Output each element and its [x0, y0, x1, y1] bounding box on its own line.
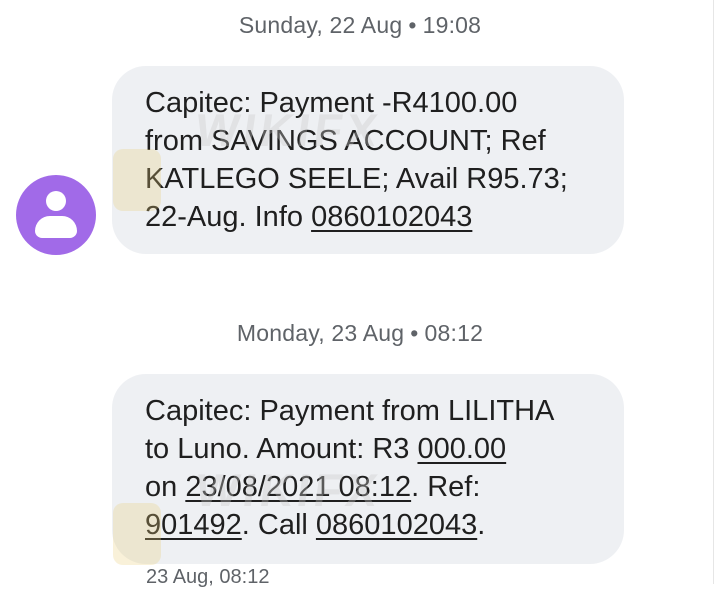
person-icon	[46, 191, 66, 211]
message-line: 22-Aug. Info 0860102043	[145, 198, 604, 236]
watermark-logo	[113, 149, 161, 211]
watermark-logo	[113, 503, 161, 565]
message-text: . Call	[241, 509, 316, 541]
message-text: Capitec: Payment from LILITHA	[145, 395, 555, 427]
avatar[interactable]	[16, 175, 96, 255]
message-line: from SAVINGS ACCOUNT; Ref	[145, 122, 604, 160]
message-line: on 23/08/2021 08:12. Ref:	[145, 468, 604, 506]
message-bubble[interactable]: Capitec: Payment -R4100.00 from SAVINGS …	[112, 66, 624, 254]
date-header-day: Monday, 23 Aug	[236, 320, 405, 346]
message-line: to Luno. Amount: R3 000.00	[145, 430, 604, 468]
message-text: from SAVINGS ACCOUNT; Ref	[145, 125, 546, 157]
message-timestamp: 23 Aug, 08:12	[146, 566, 270, 588]
message-text: .	[477, 509, 486, 541]
message-text: 22-Aug. Info	[145, 201, 312, 233]
message-text: to Luno. Amount: R3	[145, 433, 418, 465]
message-line: Capitec: Payment from LILITHA	[145, 392, 604, 430]
message-line: 901492. Call 0860102043.	[145, 506, 604, 544]
message-text: KATLEGO SEELE; Avail R95.73;	[145, 163, 568, 195]
message-line: Capitec: Payment -R4100.00	[145, 84, 604, 122]
message-text: . Ref:	[411, 471, 481, 503]
scroll-edge	[713, 0, 720, 584]
date-header-separator: •	[408, 12, 417, 38]
message-text: on	[145, 471, 186, 503]
date-header: Sunday, 22 Aug • 19:08	[0, 12, 720, 39]
phone-number-link[interactable]: 0860102043	[316, 509, 477, 541]
date-header-time: 08:12	[424, 320, 484, 346]
message-text: Capitec: Payment -R4100.00	[145, 87, 518, 119]
amount-link[interactable]: 000.00	[417, 433, 506, 465]
person-icon-body	[35, 216, 77, 238]
date-header-separator: •	[410, 320, 419, 346]
date-header: Monday, 23 Aug • 08:12	[0, 320, 720, 347]
message-bubble[interactable]: Capitec: Payment from LILITHA to Luno. A…	[112, 374, 624, 564]
phone-number-link[interactable]: 0860102043	[311, 201, 472, 233]
date-header-time: 19:08	[422, 12, 482, 38]
datetime-link[interactable]: 23/08/2021 08:12	[185, 471, 411, 503]
message-line: KATLEGO SEELE; Avail R95.73;	[145, 160, 604, 198]
date-header-day: Sunday, 22 Aug	[238, 12, 403, 38]
